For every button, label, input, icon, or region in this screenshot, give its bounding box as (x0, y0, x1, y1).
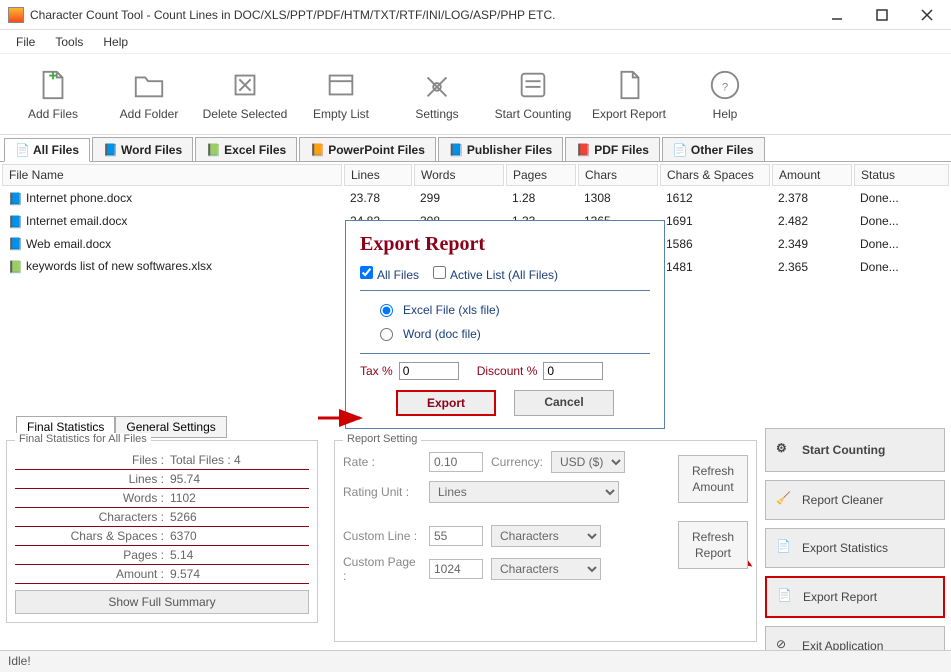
toolbar: Add Files Add Folder Delete Selected Emp… (0, 54, 951, 135)
discount-input[interactable] (543, 362, 603, 380)
col-chars[interactable]: Chars (578, 164, 658, 186)
document-icon: 📄 (776, 539, 794, 557)
side-export-statistics-button[interactable]: 📄Export Statistics (765, 528, 945, 568)
export-report-button[interactable]: Export Report (582, 58, 676, 130)
pdf-icon: 📕 (576, 143, 590, 157)
export-button[interactable]: Export (396, 390, 496, 416)
help-button[interactable]: ?Help (678, 58, 772, 130)
document-icon: 📄 (777, 588, 795, 606)
page-icon: 📄 (15, 143, 29, 157)
all-files-checkbox[interactable]: All Files (360, 266, 419, 282)
custom-page-unit-select[interactable]: Characters (491, 558, 601, 580)
tab-word-files[interactable]: 📘Word Files (92, 137, 193, 161)
rating-unit-select[interactable]: Lines (429, 481, 619, 503)
tab-pdf-files[interactable]: 📕PDF Files (565, 137, 660, 161)
folder-icon (131, 67, 167, 103)
report-setting-panel: Report Setting Rate : Currency: USD ($) … (334, 440, 757, 642)
add-folder-button[interactable]: Add Folder (102, 58, 196, 130)
dialog-title: Export Report (360, 233, 650, 256)
other-icon: 📄 (673, 143, 687, 157)
currency-select[interactable]: USD ($) (551, 451, 625, 473)
titlebar: Character Count Tool - Count Lines in DO… (0, 0, 951, 30)
side-report-cleaner-button[interactable]: 🧹Report Cleaner (765, 480, 945, 520)
app-icon (8, 7, 24, 23)
empty-icon (323, 67, 359, 103)
help-icon: ? (707, 67, 743, 103)
delete-selected-button[interactable]: Delete Selected (198, 58, 292, 130)
excel-icon: 📗 (206, 143, 220, 157)
col-filename[interactable]: File Name (2, 164, 342, 186)
broom-icon: 🧹 (776, 491, 794, 509)
menu-file[interactable]: File (8, 33, 43, 51)
table-row[interactable]: 📘Internet phone.docx23.782991.2813081612… (2, 188, 949, 209)
export-icon (611, 67, 647, 103)
table-header: File Name Lines Words Pages Chars Chars … (2, 164, 949, 186)
file-type-tabs: 📄All Files 📘Word Files 📗Excel Files 📙Pow… (0, 137, 951, 162)
col-lines[interactable]: Lines (344, 164, 412, 186)
file-icon: 📘 (8, 215, 22, 229)
word-icon: 📘 (103, 143, 117, 157)
settings-icon (419, 67, 455, 103)
tab-all-files[interactable]: 📄All Files (4, 138, 90, 162)
col-pages[interactable]: Pages (506, 164, 576, 186)
settings-button[interactable]: Settings (390, 58, 484, 130)
gear-icon: ⚙ (776, 441, 794, 459)
custom-line-unit-select[interactable]: Characters (491, 525, 601, 547)
custom-page-input[interactable] (429, 559, 483, 579)
cancel-button[interactable]: Cancel (514, 390, 614, 416)
col-status[interactable]: Status (854, 164, 949, 186)
col-chars-spaces[interactable]: Chars & Spaces (660, 164, 770, 186)
window-title: Character Count Tool - Count Lines in DO… (30, 8, 814, 22)
menu-help[interactable]: Help (95, 33, 136, 51)
rate-input[interactable] (429, 452, 483, 472)
col-words[interactable]: Words (414, 164, 504, 186)
side-export-report-button[interactable]: 📄Export Report (765, 576, 945, 618)
show-full-summary-button[interactable]: Show Full Summary (15, 590, 309, 614)
file-icon: 📘 (8, 192, 22, 206)
refresh-report-button[interactable]: Refresh Report (678, 521, 748, 569)
tab-excel-files[interactable]: 📗Excel Files (195, 137, 297, 161)
close-button[interactable] (904, 1, 949, 29)
delete-icon (227, 67, 263, 103)
status-bar: Idle! (0, 650, 951, 672)
tab-ppt-files[interactable]: 📙PowerPoint Files (299, 137, 436, 161)
word-file-radio[interactable]: Word (doc file) (380, 327, 650, 341)
refresh-amount-button[interactable]: Refresh Amount (678, 455, 748, 503)
tax-label: Tax % (360, 364, 393, 378)
active-list-checkbox[interactable]: Active List (All Files) (433, 266, 558, 282)
maximize-button[interactable] (859, 1, 904, 29)
tax-input[interactable] (399, 362, 459, 380)
file-icon: 📗 (8, 260, 22, 274)
final-statistics-panel: Final Statistics for All Files Files :To… (6, 440, 318, 623)
export-report-dialog: Export Report All Files Active List (All… (345, 220, 665, 429)
svg-text:?: ? (722, 82, 728, 94)
menubar: File Tools Help (0, 30, 951, 54)
menu-tools[interactable]: Tools (47, 33, 91, 51)
col-amount[interactable]: Amount (772, 164, 852, 186)
add-file-icon (35, 67, 71, 103)
start-counting-button[interactable]: Start Counting (486, 58, 580, 130)
excel-file-radio[interactable]: Excel File (xls file) (380, 303, 650, 317)
discount-label: Discount % (477, 364, 538, 378)
side-start-counting-button[interactable]: ⚙Start Counting (765, 428, 945, 472)
file-icon: 📘 (8, 237, 22, 251)
empty-list-button[interactable]: Empty List (294, 58, 388, 130)
count-icon (515, 67, 551, 103)
tab-publisher-files[interactable]: 📘Publisher Files (438, 137, 563, 161)
side-buttons: ⚙Start Counting 🧹Report Cleaner 📄Export … (765, 428, 945, 642)
add-files-button[interactable]: Add Files (6, 58, 100, 130)
report-legend: Report Setting (343, 433, 421, 445)
stats-legend: Final Statistics for All Files (15, 433, 151, 445)
publisher-icon: 📘 (449, 143, 463, 157)
tab-other-files[interactable]: 📄Other Files (662, 137, 765, 161)
custom-line-input[interactable] (429, 526, 483, 546)
ppt-icon: 📙 (310, 143, 324, 157)
minimize-button[interactable] (814, 1, 859, 29)
